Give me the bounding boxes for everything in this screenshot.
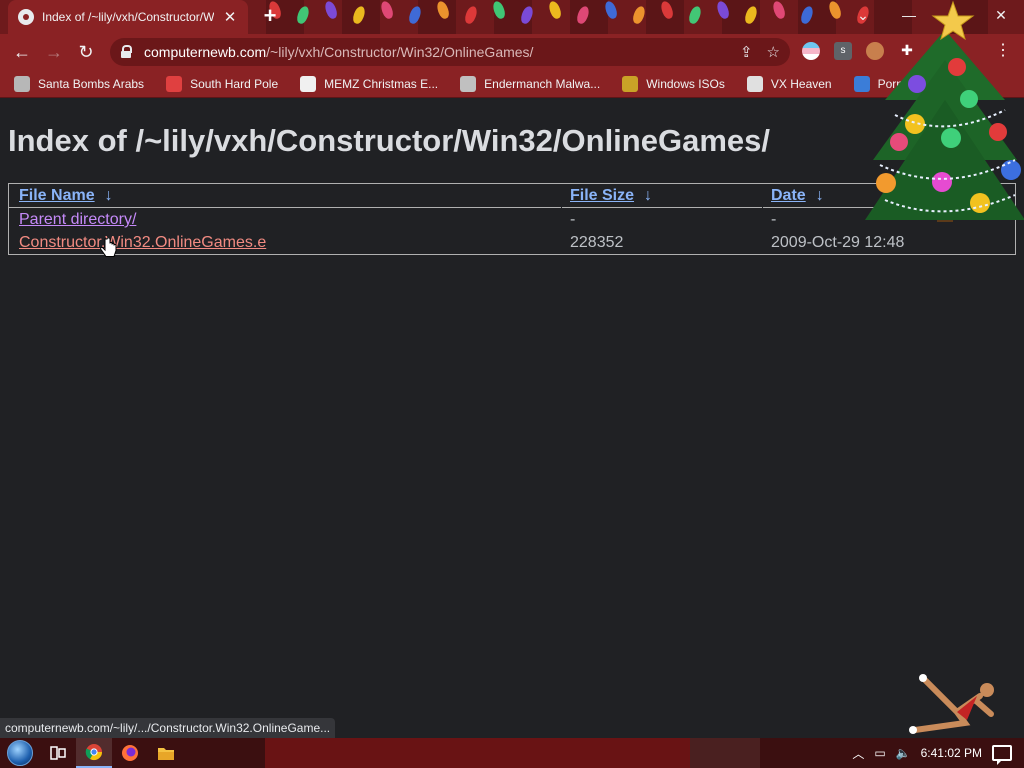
extension-flag-icon[interactable] [802,42,820,60]
volume-icon[interactable]: 🔈 [896,746,911,760]
chrome-icon[interactable] [76,738,112,768]
snowflake-icon [166,75,183,92]
tab-title: Index of /~lily/vxh/Constructor/W [42,10,214,24]
url-path: /~lily/vxh/Constructor/Win32/OnlineGames… [266,44,534,60]
file-explorer-icon[interactable] [148,738,184,768]
light-bulb-icon [603,0,619,21]
action-center-icon[interactable] [992,745,1012,765]
light-bulb-icon [659,0,675,21]
file-size-cell: - [570,211,576,228]
endermanch-icon [460,75,477,92]
start-orb-icon[interactable] [0,738,40,768]
column-separator [762,184,763,208]
browser-tab[interactable]: Index of /~lily/vxh/Constructor/W ✕ [8,0,248,34]
light-bulb-icon [379,0,395,21]
extension-s-icon[interactable]: s [834,42,852,60]
tab-close-icon[interactable]: ✕ [222,8,238,26]
bookmark-item[interactable]: Windows ISOs [622,75,725,92]
network-icon[interactable]: ▭ [874,746,885,760]
clock[interactable]: 6:41:02 PM [921,746,982,760]
column-separator [561,184,562,208]
column-header-date[interactable]: Date ↓ [771,187,824,205]
light-bulb-icon [687,4,703,26]
light-bulb-icon [351,4,367,26]
system-tray: ︿ ▭ 🔈 6:41:02 PM [852,745,1024,765]
sort-arrow-icon: ↓ [104,187,113,204]
date-cell: - [771,211,777,228]
bookmark-item[interactable]: South Hard Pole [166,75,279,92]
santa-icon [14,75,30,92]
light-bulb-icon [323,0,339,21]
sort-arrow-icon: ↓ [644,187,653,204]
light-bulb-icon [743,4,759,26]
light-bulb-icon [575,4,591,26]
light-bulb-icon [295,4,311,26]
firefox-icon[interactable] [112,738,148,768]
column-header-file-size[interactable]: File Size ↓ [570,187,652,205]
light-bulb-icon [519,4,535,26]
column-header-file-name[interactable]: File Name ↓ [19,187,113,205]
file-size-cell: 228352 [570,234,624,251]
light-bulb-icon [771,0,787,21]
status-bar-url: computernewb.com/~lily/.../Constructor.W… [0,718,336,738]
light-bulb-icon [463,4,479,26]
light-bulb-icon [547,0,563,21]
reload-icon[interactable]: ↻ [70,36,102,68]
light-bulb-icon [435,0,451,21]
sort-arrow-icon: ↓ [815,187,824,204]
bookmark-item[interactable]: MEMZ Christmas E... [300,75,439,92]
bookmark-label: MEMZ Christmas E... [324,76,439,91]
light-bulb-icon [799,4,815,26]
tab-favicon-icon [18,9,34,25]
bookmark-label: Endermanch Malwa... [484,76,601,91]
parent-directory-link[interactable]: Parent directory/ [19,211,136,229]
show-hidden-icons-chevron-icon[interactable]: ︿ [852,745,864,762]
memz-icon [300,75,317,92]
taskbar: ︿ ▭ 🔈 6:41:02 PM [0,738,1024,768]
light-bulb-icon [491,0,507,21]
light-bulb-icon [715,0,731,21]
dancer-decoration [909,674,994,734]
light-bulb-icon [407,4,423,26]
forward-arrow-icon[interactable]: → [38,36,70,68]
christmas-tree-decoration [865,0,1024,222]
bookmark-label: Santa Bombs Arabs [38,76,145,91]
hand-cursor-icon [100,238,117,257]
bookmark-label: South Hard Pole [190,76,279,91]
lock-icon[interactable] [120,45,134,59]
share-icon[interactable]: ⇪ [740,43,753,61]
bookmark-label: Windows ISOs [646,76,725,91]
light-bulb-icon [631,4,647,26]
task-view-icon[interactable] [40,738,76,768]
address-bar[interactable]: computernewb.com /~lily/vxh/Constructor/… [110,38,790,66]
bookmark-label: VX Heaven [770,76,832,91]
bookmark-star-icon[interactable]: ☆ [767,43,780,61]
screen: Index of /~lily/vxh/Constructor/W ✕ + ⌄ … [0,0,1024,768]
windows-isos-icon [622,75,639,92]
vx-heaven-icon [746,75,763,92]
page-heading: Index of /~lily/vxh/Constructor/Win32/On… [8,123,770,158]
new-tab-button[interactable]: + [258,4,282,28]
bookmark-item[interactable]: Santa Bombs Arabs [14,75,145,92]
bookmark-item[interactable]: VX Heaven [746,75,832,92]
url-host: computernewb.com [144,44,267,60]
back-arrow-icon[interactable]: ← [6,36,38,68]
file-link[interactable]: Constructor.Win32.OnlineGames.e [19,234,266,252]
bookmark-item[interactable]: Endermanch Malwa... [460,75,601,92]
